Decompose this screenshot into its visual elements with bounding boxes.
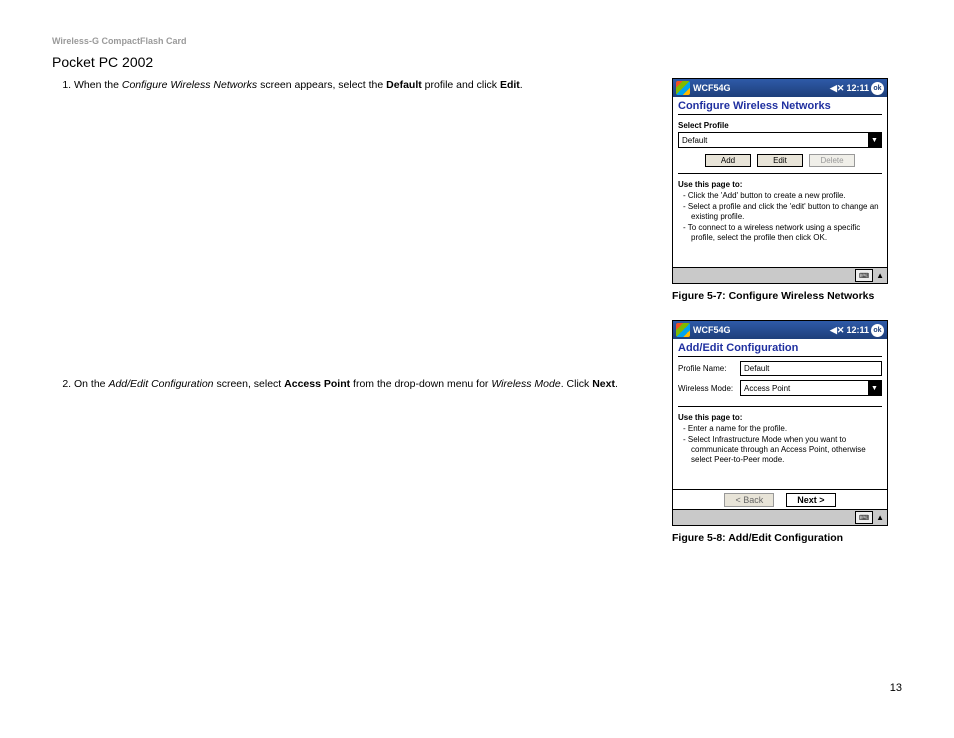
help-item: Enter a name for the profile. <box>689 424 882 434</box>
ppc-titlebar: WCF54G ◀✕ 12:11 ok <box>673 321 887 339</box>
chevron-down-icon[interactable]: ▼ <box>868 381 881 395</box>
wireless-mode-dropdown[interactable]: Access Point ▼ <box>740 380 882 396</box>
ppc-input-panel-bar: ⌨ ▲ <box>673 509 887 525</box>
speaker-icon[interactable]: ◀✕ <box>830 325 844 336</box>
ok-button[interactable]: ok <box>871 324 884 337</box>
next-button[interactable]: Next > <box>786 493 835 507</box>
help-list: Enter a name for the profile. Select Inf… <box>673 424 887 465</box>
section-title: Pocket PC 2002 <box>52 54 902 70</box>
ppc-screen-heading: Add/Edit Configuration <box>673 339 887 354</box>
start-icon[interactable] <box>676 81 690 95</box>
help-item: Select a profile and click the 'edit' bu… <box>689 202 882 222</box>
help-list: Click the 'Add' button to create a new p… <box>673 191 887 243</box>
figure-5-8: WCF54G ◀✕ 12:11 ok Add/Edit Configuratio… <box>672 320 888 526</box>
ok-button[interactable]: ok <box>871 82 884 95</box>
add-button[interactable]: Add <box>705 154 751 167</box>
step-1: When the Configure Wireless Networks scr… <box>74 78 632 92</box>
wireless-mode-label: Wireless Mode: <box>678 384 736 393</box>
profile-name-label: Profile Name: <box>678 364 736 373</box>
chevron-down-icon[interactable]: ▼ <box>868 133 881 147</box>
clock-time: 12:11 <box>846 325 869 335</box>
profile-dropdown[interactable]: Default ▼ <box>678 132 882 148</box>
help-heading: Use this page to: <box>673 176 887 191</box>
divider <box>678 356 882 357</box>
divider <box>678 114 882 115</box>
help-heading: Use this page to: <box>673 409 887 424</box>
keyboard-icon[interactable]: ⌨ <box>855 511 873 524</box>
wizard-nav: < Back Next > <box>673 489 887 509</box>
input-menu-caret-icon[interactable]: ▲ <box>876 513 884 522</box>
figure-5-7: WCF54G ◀✕ 12:11 ok Configure Wireless Ne… <box>672 78 888 284</box>
ppc-input-panel-bar: ⌨ ▲ <box>673 267 887 283</box>
speaker-icon[interactable]: ◀✕ <box>830 83 844 94</box>
edit-button[interactable]: Edit <box>757 154 803 167</box>
delete-button: Delete <box>809 154 855 167</box>
page-number: 13 <box>890 682 902 694</box>
step2-text: On the Add/Edit Configuration screen, se… <box>74 378 618 390</box>
select-profile-label: Select Profile <box>673 117 887 132</box>
ppc-app-name: WCF54G <box>693 325 830 335</box>
start-icon[interactable] <box>676 323 690 337</box>
profile-dropdown-value: Default <box>679 136 868 145</box>
figures-column: WCF54G ◀✕ 12:11 ok Configure Wireless Ne… <box>672 78 902 562</box>
doc-header: Wireless-G CompactFlash Card <box>52 36 902 46</box>
wireless-mode-value: Access Point <box>741 384 868 393</box>
step-2: On the Add/Edit Configuration screen, se… <box>74 377 632 391</box>
figure-5-8-caption: Figure 5-8: Add/Edit Configuration <box>672 532 902 544</box>
profile-name-input[interactable]: Default <box>740 361 882 376</box>
instructions-column: When the Configure Wireless Networks scr… <box>52 78 642 562</box>
help-item: Click the 'Add' button to create a new p… <box>689 191 882 201</box>
divider <box>678 173 882 174</box>
clock-time: 12:11 <box>846 83 869 93</box>
step1-text: When the Configure Wireless Networks scr… <box>74 79 523 91</box>
ppc-titlebar: WCF54G ◀✕ 12:11 ok <box>673 79 887 97</box>
help-item: To connect to a wireless network using a… <box>689 223 882 243</box>
figure-5-7-caption: Figure 5-7: Configure Wireless Networks <box>672 290 902 302</box>
keyboard-icon[interactable]: ⌨ <box>855 269 873 282</box>
back-button[interactable]: < Back <box>724 493 774 507</box>
help-item: Select Infrastructure Mode when you want… <box>689 435 882 465</box>
ppc-screen-heading: Configure Wireless Networks <box>673 97 887 112</box>
ppc-app-name: WCF54G <box>693 83 830 93</box>
input-menu-caret-icon[interactable]: ▲ <box>876 271 884 280</box>
divider <box>678 406 882 407</box>
